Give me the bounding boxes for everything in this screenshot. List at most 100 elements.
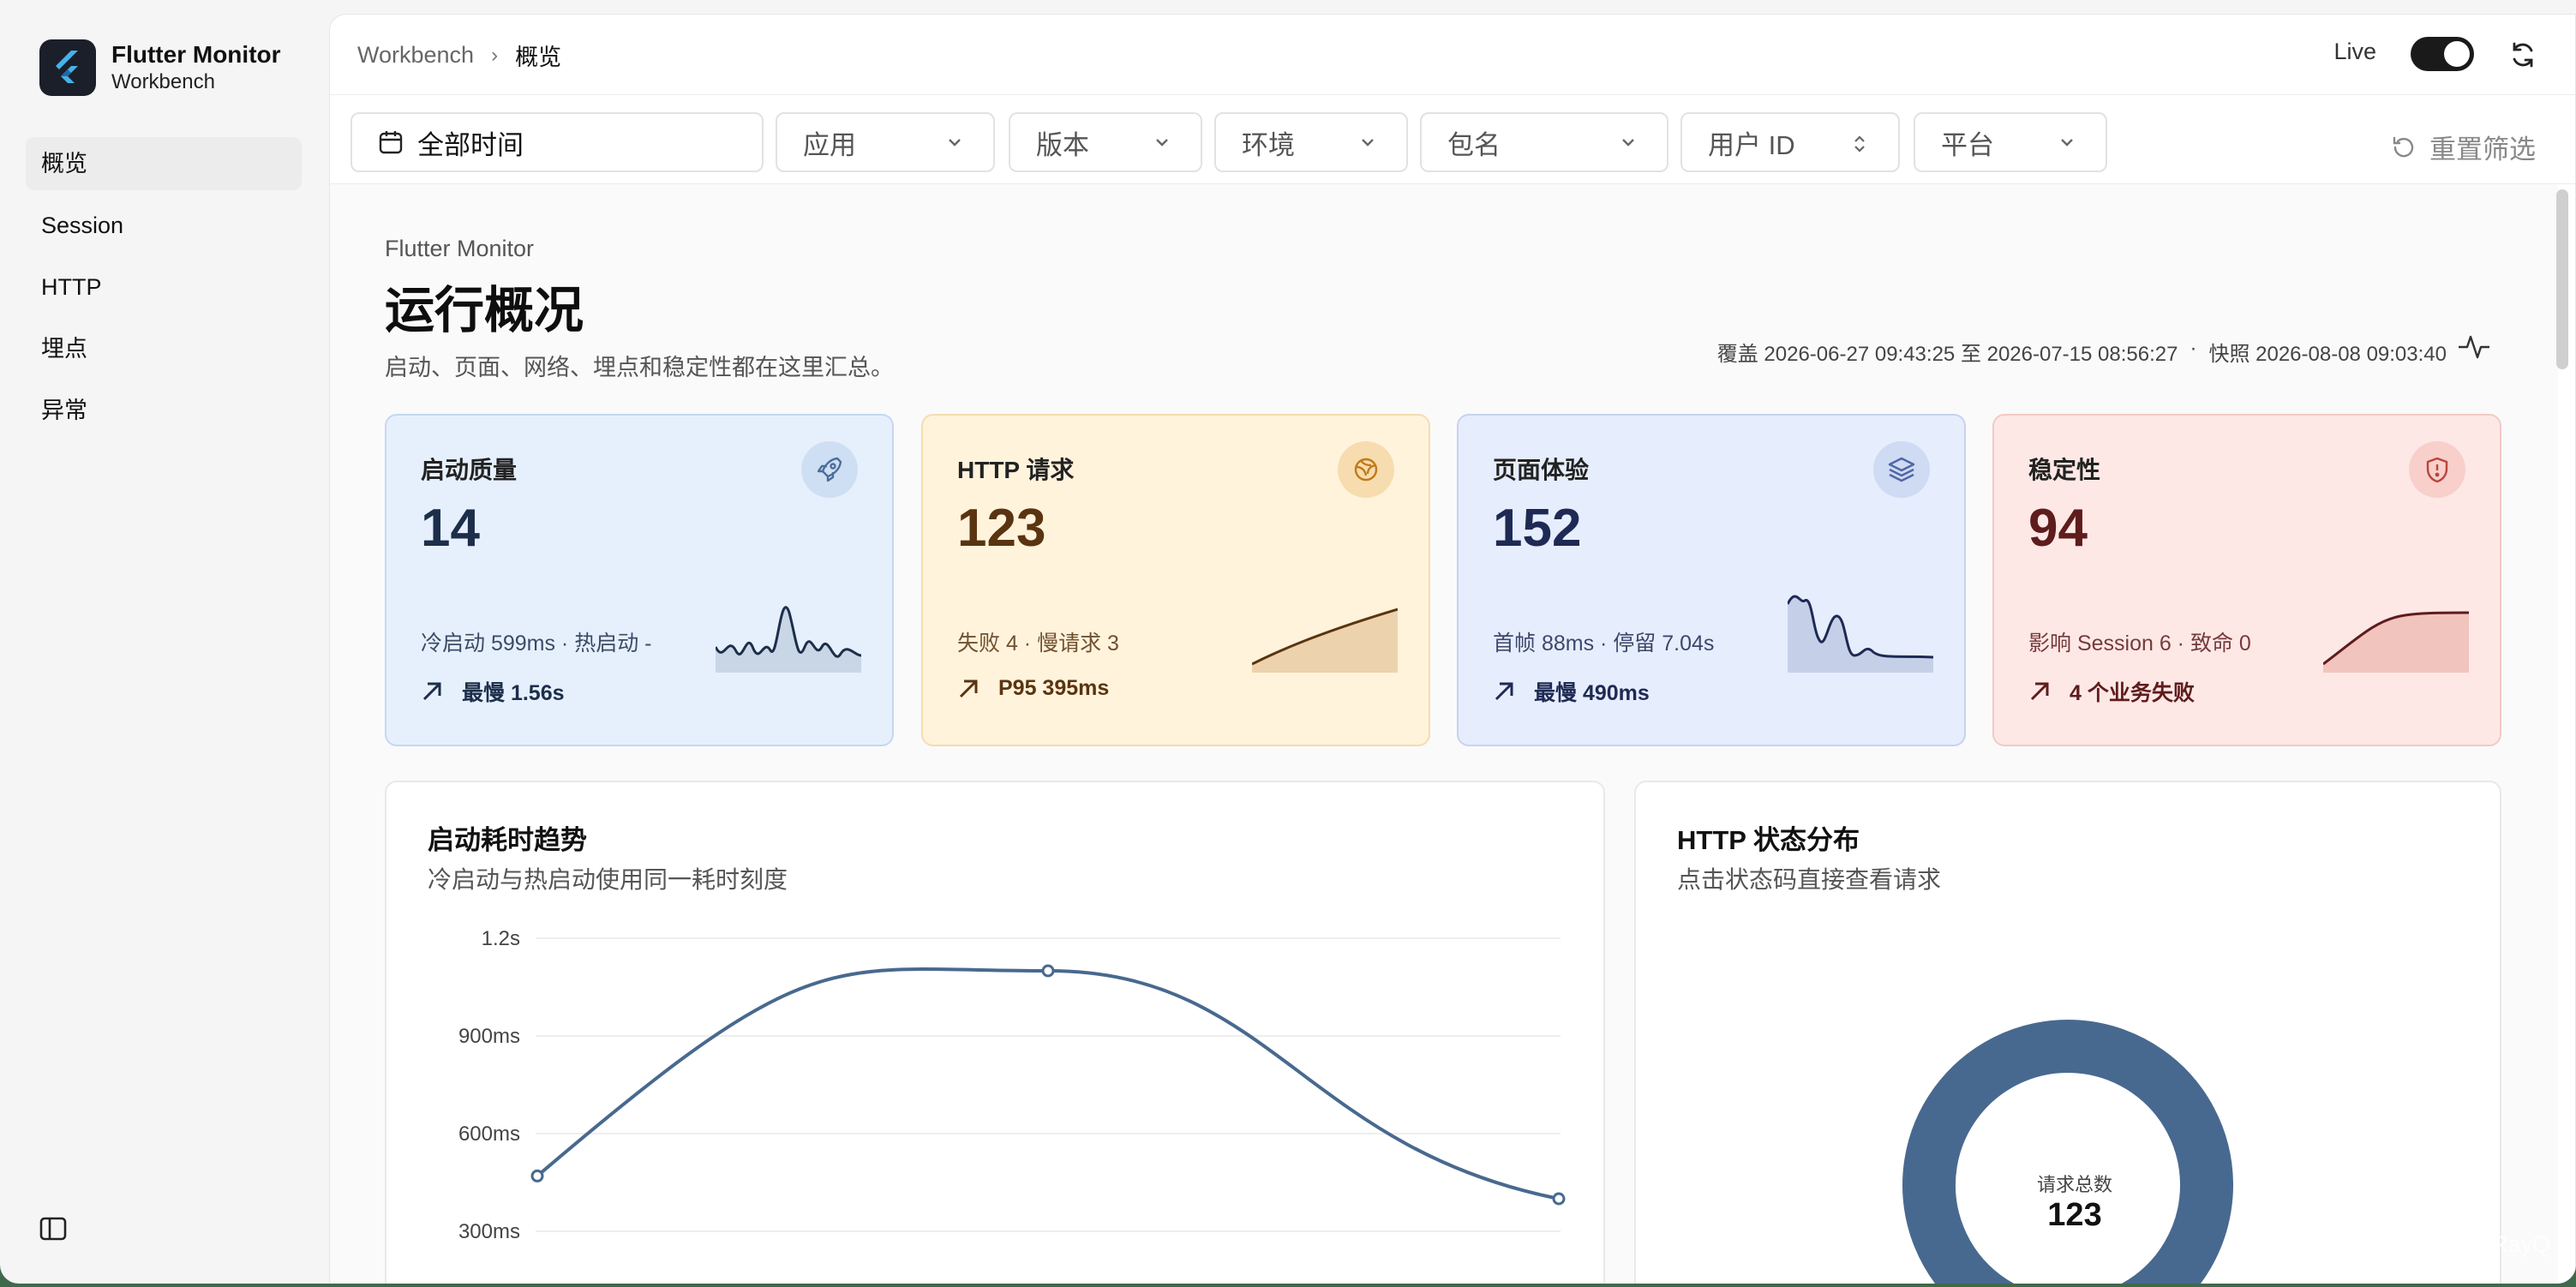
y-tick-label: 600ms <box>458 1122 520 1146</box>
startup-sparkline <box>716 606 861 673</box>
http-requests-card[interactable]: HTTP 请求 123 失败 4 · 慢请求 3 P95 395ms <box>921 414 1430 746</box>
env-select[interactable]: 环境 <box>1214 112 1408 172</box>
http-sparkline <box>1252 608 1398 673</box>
brand[interactable]: Flutter Monitor Workbench <box>39 39 281 96</box>
card-footer-text: 最慢 490ms <box>1534 681 1650 705</box>
app-window: Flutter Monitor Workbench 概览 Session HTT… <box>0 0 2576 1284</box>
time-range-picker[interactable]: 全部时间 <box>350 112 764 172</box>
page-experience-card[interactable]: 页面体验 152 首帧 88ms · 停留 7.04s 最慢 490ms <box>1457 414 1966 746</box>
card-title: 稳定性 <box>2028 457 2101 483</box>
card-footer: 4 个业务失败 <box>2028 676 2195 707</box>
sidebar: Flutter Monitor Workbench 概览 Session HTT… <box>0 0 327 1284</box>
card-footer: 最慢 490ms <box>1493 676 1650 707</box>
app-select-label: 应用 <box>803 129 856 160</box>
chevron-up-down-icon <box>1854 135 1865 153</box>
snapshot-time: 快照 2026-08-08 09:03:40 <box>2208 343 2447 366</box>
stability-sparkline <box>2323 611 2469 673</box>
rocket-icon <box>801 441 858 498</box>
reset-icon <box>2393 136 2414 157</box>
card-title: 启动质量 <box>421 457 518 483</box>
card-value: 123 <box>957 499 1046 558</box>
breadcrumb: Workbench › 概览 <box>357 39 561 72</box>
package-select[interactable]: 包名 <box>1420 112 1668 172</box>
startup-quality-card[interactable]: 启动质量 14 冷启动 599ms · 热启动 - 最慢 1.56s <box>385 414 894 746</box>
sidebar-toggle-icon[interactable] <box>39 1217 69 1242</box>
refresh-icon[interactable] <box>2508 40 2537 69</box>
version-select-label: 版本 <box>1036 129 1089 160</box>
breadcrumb-root[interactable]: Workbench <box>357 42 474 69</box>
breadcrumb-current: 概览 <box>515 45 562 70</box>
live-toggle[interactable] <box>2411 37 2474 71</box>
card-title: 页面体验 <box>1493 457 1590 483</box>
time-range-value: 全部时间 <box>417 129 524 160</box>
scrollbar[interactable] <box>2556 189 2568 369</box>
card-value: 14 <box>421 499 480 558</box>
stability-card[interactable]: 稳定性 94 影响 Session 6 · 致命 0 4 个业务失败 <box>1992 414 2501 746</box>
card-footer: P95 395ms <box>957 676 1109 701</box>
shield-alert-icon <box>2409 441 2465 498</box>
sidebar-item-session[interactable]: Session <box>26 199 302 252</box>
env-select-label: 环境 <box>1242 129 1295 160</box>
card-footer-text: 4 个业务失败 <box>2070 681 2195 705</box>
card-footer-text: P95 395ms <box>998 676 1110 700</box>
card-value: 94 <box>2028 499 2088 558</box>
card-title: HTTP 请求 <box>957 457 1075 483</box>
card-subtext: 首帧 88ms · 停留 7.04s <box>1493 632 1715 655</box>
flutter-logo-icon <box>39 39 96 96</box>
chevron-down-icon <box>2061 139 2073 147</box>
platform-select-label: 平台 <box>1941 129 1994 160</box>
version-select[interactable]: 版本 <box>1009 112 1202 172</box>
arrow-up-right-icon <box>422 682 441 701</box>
card-footer: 最慢 1.56s <box>421 676 565 707</box>
calendar-icon <box>379 131 403 154</box>
chevron-down-icon <box>1622 139 1634 147</box>
chevron-right-icon: › <box>491 43 499 67</box>
coverage-info: 覆盖 2026-06-27 09:43:25 至 2026-07-15 08:5… <box>1717 337 2447 367</box>
reset-filters-button[interactable]: 重置筛选 <box>2390 128 2536 166</box>
card-subtext: 失败 4 · 慢请求 3 <box>957 632 1119 655</box>
card-subtext: 冷启动 599ms · 热启动 - <box>421 632 652 655</box>
y-tick-label: 900ms <box>458 1025 520 1048</box>
startup-trend-panel: 启动耗时趋势 冷启动与热启动使用同一耗时刻度 1.2s 900ms 600ms 300… <box>385 781 1605 1284</box>
data-point <box>530 1169 544 1182</box>
donut-center-label: 请求总数 <box>2036 1174 2112 1195</box>
page-eyebrow: Flutter Monitor <box>385 236 535 261</box>
y-tick-label: 300ms <box>458 1220 520 1243</box>
card-footer-text: 最慢 1.56s <box>462 681 565 705</box>
chevron-down-icon <box>1362 139 1374 147</box>
sidebar-item-overview[interactable]: 概览 <box>26 137 302 190</box>
y-tick-label: 1.2s <box>482 927 520 950</box>
sidebar-nav: 概览 Session HTTP 埋点 异常 <box>26 137 302 446</box>
reset-filters-label: 重置筛选 <box>2429 135 2536 165</box>
sidebar-item-http[interactable]: HTTP <box>26 260 302 314</box>
package-select-label: 包名 <box>1447 129 1501 160</box>
page-description: 启动、页面、网络、埋点和稳定性都在这里汇总。 <box>385 355 894 380</box>
card-subtext: 影响 Session 6 · 致命 0 <box>2028 632 2251 655</box>
user-id-select-label: 用户 ID <box>1708 129 1795 160</box>
arrow-up-right-icon <box>2030 682 2049 701</box>
watermark: 掘金技术社区 @ LINRayQ <box>2279 1231 2550 1257</box>
sidebar-item-errors[interactable]: 异常 <box>26 384 302 437</box>
app-select[interactable]: 应用 <box>776 112 995 172</box>
sidebar-item-events[interactable]: 埋点 <box>26 322 302 375</box>
topbar: Workbench › 概览 Live <box>330 15 2575 95</box>
page-sparkline <box>1788 595 1933 673</box>
page-title: 运行概况 <box>385 283 584 338</box>
user-id-select[interactable]: 用户 ID <box>1680 112 1900 172</box>
brand-title: Flutter Monitor <box>111 41 281 68</box>
chevron-down-icon <box>949 139 961 147</box>
coverage-range: 覆盖 2026-06-27 09:43:25 至 2026-07-15 08:5… <box>1716 343 2178 366</box>
data-point <box>1552 1192 1566 1206</box>
startup-line-chart[interactable]: 1.2s 900ms 600ms 300ms <box>386 782 1605 1284</box>
platform-select[interactable]: 平台 <box>1914 112 2107 172</box>
http-status-panel: HTTP 状态分布 点击状态码直接查看请求 请求总数 123 <box>1634 781 2501 1284</box>
coverage-separator: · <box>2190 337 2197 360</box>
brand-subtitle: Workbench <box>111 70 215 93</box>
card-value: 152 <box>1493 499 1582 558</box>
series-line <box>536 967 1560 1200</box>
activity-icon[interactable] <box>2457 332 2491 362</box>
donut-center-value: 123 <box>2047 1197 2102 1233</box>
live-label: Live <box>2333 39 2376 64</box>
network-icon <box>1338 441 1394 498</box>
overview-content: Flutter Monitor 运行概况 启动、页面、网络、埋点和稳定性都在这里… <box>330 184 2558 1284</box>
